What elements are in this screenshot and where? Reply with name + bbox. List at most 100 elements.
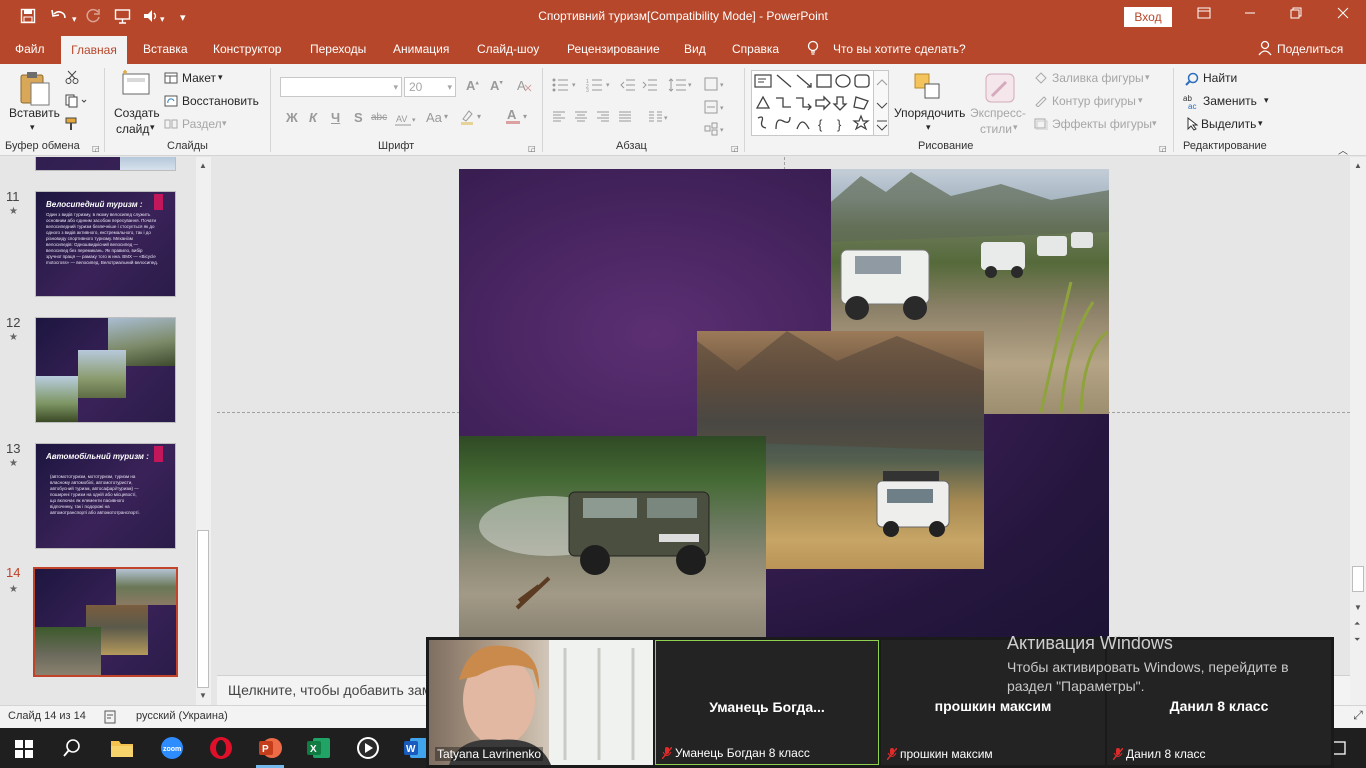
audio-icon[interactable] (142, 8, 160, 28)
customize-quick-access-icon[interactable]: ▾ (180, 10, 186, 26)
tab-design[interactable]: Конструктор (213, 42, 281, 56)
font-size-dropdown-icon[interactable]: ▾ (447, 78, 452, 96)
reset-icon[interactable] (164, 95, 178, 110)
font-name-dropdown-icon[interactable]: ▾ (393, 78, 398, 96)
shapes-gallery[interactable]: { } (751, 70, 889, 136)
sign-in-button[interactable]: Вход (1124, 7, 1172, 27)
minimize-icon[interactable] (1244, 7, 1256, 22)
clipboard-launcher-icon[interactable]: ◲ (92, 144, 100, 153)
opera-icon[interactable] (209, 736, 233, 763)
canvas-vertical-scrollbar[interactable]: ▲ ▼ ⏶ ⏷ (1350, 157, 1366, 705)
paragraph-launcher-icon[interactable]: ◲ (731, 144, 739, 153)
share-button[interactable]: Поделиться (1277, 42, 1343, 56)
thumbnails-scrollbar[interactable]: ▲ ▼ (196, 157, 211, 705)
collapse-ribbon-icon[interactable]: ︿ (1338, 142, 1348, 157)
restore-icon[interactable] (1290, 7, 1302, 22)
svg-text:AV: AV (396, 114, 407, 124)
tab-file[interactable]: Файл (15, 42, 45, 56)
tab-help[interactable]: Справка (732, 42, 779, 56)
tab-insert[interactable]: Вставка (143, 42, 188, 56)
layout-icon[interactable] (164, 72, 178, 87)
zoom-app-icon[interactable]: zoom (160, 736, 184, 763)
media-player-icon[interactable] (355, 735, 381, 764)
spelling-icon[interactable] (104, 710, 118, 727)
cut-icon[interactable] (65, 70, 79, 87)
share-person-icon[interactable] (1258, 40, 1272, 59)
notes-placeholder[interactable]: Щелкните, чтобы добавить заметки (228, 682, 459, 698)
audio-dropdown-icon[interactable]: ▾ (160, 11, 165, 27)
slide-14[interactable] (459, 169, 1109, 639)
find-button[interactable]: Найти (1203, 71, 1237, 85)
slide-thumbnail-10[interactable] (35, 157, 176, 171)
search-icon[interactable] (63, 739, 81, 760)
replace-icon[interactable]: ab ac (1183, 94, 1201, 113)
scroll-up-icon[interactable]: ▲ (199, 161, 207, 170)
undo-icon[interactable] (50, 8, 68, 28)
tab-slideshow[interactable]: Слайд-шоу (477, 42, 539, 56)
presentation-from-start-icon[interactable] (114, 8, 132, 28)
align-center-icon (574, 111, 588, 126)
reset-button[interactable]: Восстановить (182, 94, 259, 108)
scroll-up-icon[interactable]: ▲ (1354, 161, 1362, 170)
language-indicator[interactable]: русский (Украина) (136, 710, 228, 722)
close-icon[interactable] (1337, 7, 1349, 22)
excel-taskbar-icon[interactable]: X (305, 735, 331, 764)
thumbnails-scroll-thumb[interactable] (197, 530, 209, 688)
arrange-dropdown-icon[interactable]: ▾ (926, 122, 931, 133)
save-icon[interactable] (20, 8, 36, 28)
tab-home[interactable]: Главная (61, 36, 127, 64)
next-slide-icon[interactable]: ⏷ (1354, 635, 1360, 645)
font-name-combo[interactable]: ▾ (280, 77, 402, 97)
new-slide-dropdown-icon[interactable]: ▾ (150, 122, 155, 133)
paste-dropdown-icon[interactable]: ▾ (30, 122, 35, 133)
scroll-down-icon[interactable]: ▼ (199, 691, 207, 700)
scroll-down-icon[interactable]: ▼ (1354, 603, 1362, 612)
video-tile-self[interactable]: Tatyana Lavrinenko (429, 640, 653, 765)
select-button[interactable]: Выделить (1201, 117, 1256, 131)
file-explorer-icon[interactable] (110, 737, 134, 762)
tab-review[interactable]: Рецензирование (567, 42, 660, 56)
tab-animations[interactable]: Анимация (393, 42, 449, 56)
replace-button[interactable]: Заменить (1203, 94, 1257, 108)
tab-view[interactable]: Вид (684, 42, 706, 56)
svg-text:ac: ac (1188, 102, 1196, 110)
new-slide-icon[interactable] (119, 70, 153, 103)
layout-dropdown-icon[interactable]: ▾ (218, 72, 223, 83)
font-size-combo[interactable]: 20 ▾ (404, 77, 456, 97)
slide-thumbnails-pane[interactable]: 11 ★ Велосипедний туризм : Один з видів … (0, 157, 196, 705)
arrange-button[interactable]: Упорядочить (894, 106, 965, 120)
powerpoint-taskbar-icon[interactable]: P (257, 735, 283, 764)
tell-me-search[interactable]: Что вы хотите сделать? (833, 42, 966, 56)
canvas-scroll-thumb[interactable] (1352, 566, 1364, 592)
tab-transitions[interactable]: Переходы (310, 42, 366, 56)
new-slide-label-2[interactable]: слайд (116, 122, 149, 136)
slide-thumbnail-11[interactable]: Велосипедний туризм : Один з видів туриз… (35, 191, 176, 297)
paste-button[interactable]: Вставить (9, 106, 60, 120)
previous-slide-icon[interactable]: ⏶ (1354, 619, 1360, 629)
text-direction-icon: ▾ (704, 77, 730, 96)
ribbon-display-options-icon[interactable] (1197, 7, 1211, 22)
slide-counter[interactable]: Слайд 14 из 14 (8, 710, 86, 722)
new-slide-label-1[interactable]: Создать (114, 106, 160, 120)
zoom-strip-expand-icon[interactable]: ⤢ (1350, 708, 1366, 724)
format-painter-icon[interactable] (65, 117, 79, 134)
video-tile-participant-2[interactable]: Уманець Богда... Уманець Богдан 8 класс (655, 640, 879, 765)
replace-dropdown-icon[interactable]: ▾ (1264, 95, 1269, 106)
copy-icon[interactable] (65, 94, 87, 111)
undo-dropdown-icon[interactable]: ▾ (72, 11, 77, 27)
slide-thumbnail-13[interactable]: Автомобільний туризм : (автомототуризм, … (35, 443, 176, 549)
layout-button[interactable]: Макет (182, 71, 216, 85)
select-dropdown-icon[interactable]: ▾ (1258, 118, 1263, 129)
word-taskbar-icon[interactable]: W (402, 735, 428, 764)
slide-thumbnail-12[interactable] (35, 317, 176, 423)
font-launcher-icon[interactable]: ◲ (528, 144, 536, 153)
find-icon[interactable] (1185, 72, 1199, 89)
shapes-gallery-scroll[interactable] (873, 70, 889, 136)
arrange-icon[interactable] (913, 72, 943, 105)
slide-thumbnail-14[interactable] (33, 567, 178, 677)
select-cursor-icon[interactable] (1186, 116, 1199, 134)
paste-icon[interactable] (18, 70, 52, 111)
offroad-mud-photo[interactable] (459, 436, 766, 639)
windows-start-icon[interactable] (15, 740, 33, 761)
drawing-launcher-icon[interactable]: ◲ (1159, 144, 1167, 153)
